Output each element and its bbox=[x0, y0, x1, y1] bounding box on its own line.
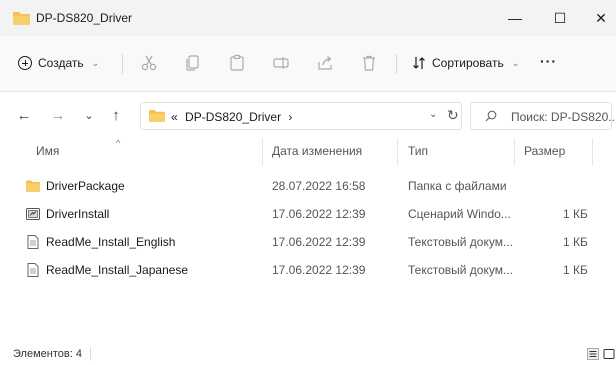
chevron-down-icon: ⌄ bbox=[91, 57, 100, 68]
column-divider[interactable] bbox=[592, 138, 593, 166]
column-header-date[interactable]: Дата изменения bbox=[272, 144, 362, 164]
table-row[interactable]: ReadMe_Install_Japanese 17.06.2022 12:39… bbox=[0, 259, 616, 281]
plus-icon bbox=[18, 56, 32, 70]
more-options-button[interactable]: ··· bbox=[540, 53, 557, 69]
sort-up-icon: ^ bbox=[116, 138, 121, 148]
column-header-size[interactable]: Размер bbox=[524, 144, 565, 164]
close-button[interactable]: ✕ bbox=[586, 8, 616, 28]
search-box[interactable]: Поиск: DP-DS820... bbox=[470, 102, 616, 130]
status-divider bbox=[90, 347, 91, 361]
file-date: 17.06.2022 12:39 bbox=[272, 207, 366, 221]
sort-button-label: Сортировать bbox=[432, 56, 504, 70]
toolbar-divider bbox=[122, 54, 123, 74]
share-icon[interactable] bbox=[316, 54, 334, 72]
file-type: Сценарий Windo... bbox=[408, 207, 511, 221]
minimize-button[interactable]: — bbox=[500, 8, 530, 28]
file-type: Текстовый докум... bbox=[408, 235, 513, 249]
table-row[interactable]: DriverInstall 17.06.2022 12:39 Сценарий … bbox=[0, 203, 616, 225]
script-file-icon bbox=[26, 208, 40, 220]
status-bar: Элементов: 4 bbox=[0, 338, 616, 365]
item-count: Элементов: 4 bbox=[13, 348, 82, 360]
column-header-type[interactable]: Тип bbox=[408, 144, 428, 164]
file-date: 17.06.2022 12:39 bbox=[272, 235, 366, 249]
details-view-icon[interactable] bbox=[587, 348, 599, 360]
tiles-view-icon[interactable] bbox=[603, 348, 615, 360]
breadcrumb-current[interactable]: DP-DS820_Driver bbox=[185, 110, 281, 124]
copy-icon[interactable] bbox=[184, 54, 202, 72]
up-arrow-icon[interactable]: ↑ bbox=[106, 106, 126, 126]
window-title: DP-DS820_Driver bbox=[36, 11, 133, 25]
rename-icon[interactable] bbox=[272, 54, 290, 72]
toolbar-divider bbox=[396, 54, 397, 74]
sort-icon bbox=[413, 57, 425, 69]
folder-icon bbox=[13, 12, 30, 25]
table-row[interactable]: ReadMe_Install_English 17.06.2022 12:39 … bbox=[0, 231, 616, 253]
command-bar: Создать ⌄ Сортировать ⌄ ··· bbox=[0, 36, 616, 92]
folder-icon bbox=[149, 110, 165, 122]
column-divider[interactable] bbox=[514, 138, 515, 166]
address-bar[interactable]: « DP-DS820_Driver › ⌄ ↻ bbox=[140, 102, 462, 130]
file-name: ReadMe_Install_English bbox=[46, 235, 176, 249]
folder-icon bbox=[26, 180, 40, 192]
text-file-icon bbox=[27, 235, 39, 249]
cut-icon[interactable] bbox=[140, 54, 158, 72]
chevron-down-icon: ⌄ bbox=[511, 57, 520, 68]
back-arrow-icon[interactable]: ← bbox=[14, 106, 34, 126]
refresh-icon[interactable]: ↻ bbox=[447, 107, 459, 124]
file-name: DriverInstall bbox=[46, 207, 110, 221]
file-size: 1 КБ bbox=[563, 207, 588, 221]
maximize-button[interactable]: ☐ bbox=[545, 8, 575, 28]
file-list: ^ Имя Дата изменения Тип Размер DriverPa… bbox=[0, 138, 616, 338]
file-type: Папка с файлами bbox=[408, 179, 507, 193]
file-size: 1 КБ bbox=[563, 235, 588, 249]
new-button-label: Создать bbox=[38, 56, 84, 70]
file-name: DriverPackage bbox=[46, 179, 125, 193]
file-date: 17.06.2022 12:39 bbox=[272, 263, 366, 277]
address-path[interactable]: « DP-DS820_Driver › bbox=[171, 110, 292, 124]
title-bar: DP-DS820_Driver — ☐ ✕ bbox=[0, 0, 616, 36]
chevron-down-icon[interactable]: ⌄ bbox=[429, 109, 437, 120]
file-size: 1 КБ bbox=[563, 263, 588, 277]
table-row[interactable]: DriverPackage 28.07.2022 16:58 Папка с ф… bbox=[0, 175, 616, 197]
file-name: ReadMe_Install_Japanese bbox=[46, 263, 189, 277]
file-type: Текстовый докум... bbox=[408, 263, 513, 277]
column-divider[interactable] bbox=[262, 138, 263, 166]
recent-locations-chevron-icon[interactable]: ⌄ bbox=[79, 106, 99, 126]
delete-icon[interactable] bbox=[360, 54, 378, 72]
column-divider[interactable] bbox=[397, 138, 398, 166]
breadcrumb-overflow[interactable]: « bbox=[171, 110, 178, 124]
sort-button[interactable]: Сортировать ⌄ bbox=[412, 50, 519, 76]
forward-arrow-icon[interactable]: → bbox=[48, 106, 68, 126]
paste-icon[interactable] bbox=[228, 54, 246, 72]
address-row: ← → ⌄ ↑ « DP-DS820_Driver › ⌄ ↻ Поиск: D… bbox=[0, 92, 616, 138]
column-header-name[interactable]: Имя bbox=[36, 144, 59, 164]
text-file-icon bbox=[27, 263, 39, 277]
file-date: 28.07.2022 16:58 bbox=[272, 179, 366, 193]
new-button[interactable]: Создать ⌄ bbox=[18, 50, 99, 76]
breadcrumb-separator[interactable]: › bbox=[288, 110, 292, 124]
search-icon bbox=[485, 110, 497, 122]
search-placeholder: Поиск: DP-DS820... bbox=[511, 110, 616, 124]
